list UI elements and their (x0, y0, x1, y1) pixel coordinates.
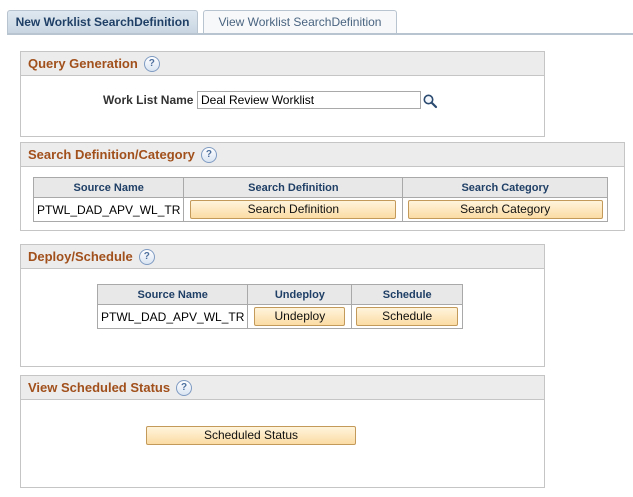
search-definition-category-header: Search Definition/Category? (21, 143, 624, 167)
view-scheduled-status-section: View Scheduled Status? Scheduled Status (20, 375, 545, 488)
view-scheduled-status-header: View Scheduled Status? (21, 376, 544, 400)
query-generation-title: Query Generation (28, 56, 138, 71)
help-icon[interactable]: ? (176, 379, 193, 396)
view-scheduled-status-title: View Scheduled Status (28, 380, 171, 395)
search-category-cell: Search Category (402, 197, 608, 222)
tab-view-worklist-searchdefinition[interactable]: View Worklist SearchDefinition (203, 10, 397, 33)
grid-header-row: Source Name Undeploy Schedule (96, 284, 463, 305)
column-header-search-category: Search Category (402, 177, 608, 198)
tab-new-worklist-searchdefinition[interactable]: New Worklist SearchDefinition (7, 10, 198, 33)
query-generation-header: Query Generation? (21, 52, 544, 76)
column-header-undeploy: Undeploy (247, 284, 353, 305)
schedule-button[interactable]: Schedule (356, 307, 459, 326)
help-icon[interactable]: ? (200, 146, 217, 163)
column-header-schedule: Schedule (351, 284, 463, 305)
search-category-button[interactable]: Search Category (407, 200, 603, 219)
table-row: PTWL_DAD_APV_WL_TR Search Definition Sea… (32, 197, 608, 222)
help-icon[interactable]: ? (138, 248, 155, 265)
help-icon[interactable]: ? (143, 55, 160, 72)
query-generation-section: Query Generation? Work List Name Deal Re… (20, 51, 545, 137)
search-definition-category-section: Search Definition/Category? Source Name … (20, 142, 625, 231)
search-definition-button[interactable]: Search Definition (190, 200, 397, 219)
search-definition-cell: Search Definition (183, 197, 404, 222)
tab-divider (7, 33, 633, 35)
deploy-schedule-header: Deploy/Schedule? (21, 245, 544, 269)
source-name-cell: PTWL_DAD_APV_WL_TR (32, 197, 185, 222)
work-list-name-input[interactable]: Deal Review Worklist (197, 91, 421, 109)
table-row: PTWL_DAD_APV_WL_TR Undeploy Schedule (96, 304, 463, 329)
scheduled-status-button[interactable]: Scheduled Status (146, 426, 356, 445)
undeploy-cell: Undeploy (247, 304, 353, 329)
magnifier-icon[interactable] (422, 93, 438, 109)
grid-header-row: Source Name Search Definition Search Cat… (32, 177, 608, 198)
column-header-source-name: Source Name (32, 177, 185, 198)
deploy-schedule-title: Deploy/Schedule (28, 249, 133, 264)
column-header-source-name: Source Name (96, 284, 249, 305)
search-definition-category-title: Search Definition/Category (28, 147, 195, 162)
column-header-search-definition: Search Definition (183, 177, 404, 198)
undeploy-button[interactable]: Undeploy (254, 307, 346, 326)
work-list-name-label: Work List Name (103, 93, 194, 107)
deploy-schedule-grid: Source Name Undeploy Schedule PTWL_DAD_A… (96, 284, 463, 329)
source-name-cell: PTWL_DAD_APV_WL_TR (96, 304, 249, 329)
search-definition-grid: Source Name Search Definition Search Cat… (32, 177, 608, 222)
tab-bar: New Worklist SearchDefinition View Workl… (7, 10, 633, 33)
schedule-cell: Schedule (351, 304, 463, 329)
deploy-schedule-section: Deploy/Schedule? Source Name Undeploy Sc… (20, 244, 545, 367)
